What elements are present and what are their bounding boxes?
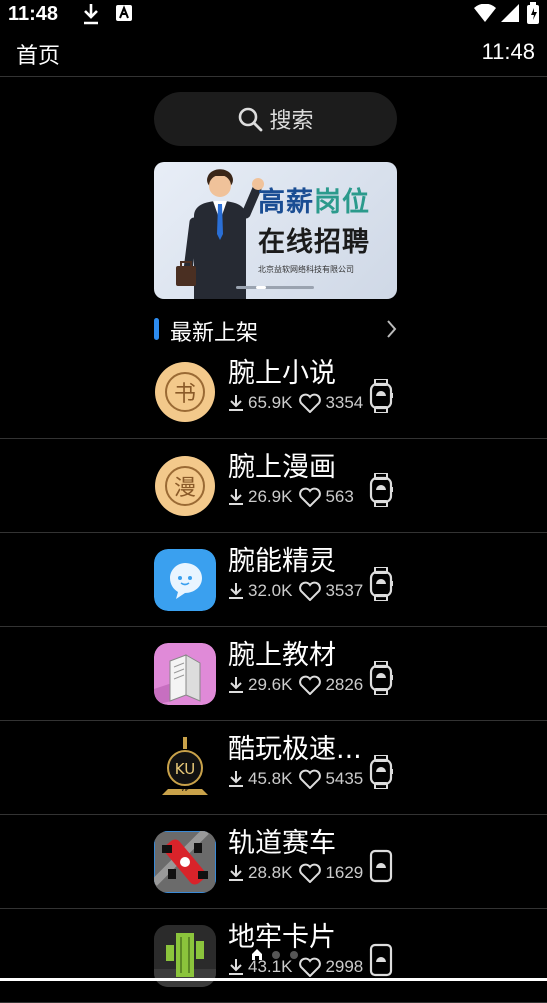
download-count: 29.6K <box>248 675 293 694</box>
app-stats: 32.0K 3537 <box>228 581 363 601</box>
book-coin-icon: 书 <box>154 361 216 423</box>
like-count: 3354 <box>325 393 364 412</box>
app-list-item[interactable]: KU VIP 酷玩极速... 45.8K 5435 <box>0 721 547 815</box>
download-icon <box>229 677 243 693</box>
watch-install-icon[interactable] <box>369 379 395 413</box>
download-icon <box>229 959 243 975</box>
section-accent-bar <box>154 318 159 340</box>
banner-headline: 高薪岗位 <box>258 187 370 218</box>
app-name: 腕上漫画 <box>228 452 336 483</box>
like-count: 2826 <box>325 675 364 694</box>
app-name: 酷玩极速... <box>228 734 362 765</box>
watch-install-icon[interactable] <box>369 661 395 695</box>
app-name: 轨道赛车 <box>228 828 336 859</box>
download-count: 26.9K <box>248 487 293 506</box>
app-list-item[interactable]: 腕能精灵 32.0K 3537 <box>0 533 547 627</box>
wifi-icon <box>474 4 496 22</box>
page-indicator <box>252 949 298 960</box>
page-title: 首页 <box>16 44 61 69</box>
heart-icon <box>299 769 322 789</box>
app-list-item[interactable]: 轨道赛车 28.8K 1629 <box>0 815 547 909</box>
race-car-icon <box>154 831 216 893</box>
status-time: 11:48 <box>8 3 59 25</box>
watch-install-icon[interactable] <box>369 943 395 977</box>
app-stats: 45.8K 5435 <box>228 769 363 789</box>
businessman-illustration <box>176 169 264 299</box>
search-label: 搜索 <box>269 109 314 134</box>
ghost-chat-icon <box>154 549 216 611</box>
manga-coin-icon: 漫 <box>154 455 216 517</box>
banner-subheadline: 在线招聘 <box>258 227 370 258</box>
download-icon <box>229 395 243 411</box>
section-header-latest[interactable]: 最新上架 <box>154 314 397 346</box>
svg-text:书: 书 <box>174 382 196 407</box>
status-bar: 11:48 <box>0 0 547 30</box>
like-count: 3537 <box>325 581 364 600</box>
heart-icon <box>299 863 322 883</box>
header-clock: 11:48 <box>481 39 535 64</box>
download-icon <box>229 865 243 881</box>
home-dot-icon <box>252 949 262 960</box>
watch-install-icon[interactable] <box>369 567 395 601</box>
battery-icon <box>527 2 539 24</box>
app-list-item[interactable]: 书 腕上小说 65.9K 3354 <box>0 345 547 439</box>
search-button[interactable]: 搜索 <box>154 92 397 146</box>
app-name: 腕能精灵 <box>228 546 336 577</box>
app-stats: 26.9K 563 <box>228 487 354 507</box>
download-count: 28.8K <box>248 863 293 882</box>
chevron-right-icon[interactable] <box>385 319 397 339</box>
download-count: 32.0K <box>248 581 293 600</box>
signal-icon <box>501 4 519 22</box>
app-notification-icon <box>116 5 132 21</box>
promo-banner[interactable]: 高薪岗位 在线招聘 北京益软网络科技有限公司 <box>154 162 397 299</box>
watch-install-icon[interactable] <box>369 755 395 789</box>
heart-icon <box>299 393 322 413</box>
app-stats: 29.6K 2826 <box>228 675 363 695</box>
app-stats: 28.8K 1629 <box>228 863 363 883</box>
app-list-item[interactable]: 漫 腕上漫画 26.9K 563 <box>0 439 547 533</box>
app-stats: 65.9K 3354 <box>228 393 363 413</box>
open-book-icon <box>154 643 216 705</box>
banner-page-indicator <box>236 286 314 289</box>
download-count: 65.9K <box>248 393 293 412</box>
heart-icon <box>299 487 322 507</box>
app-name: 腕上教材 <box>228 640 336 671</box>
like-count: 1629 <box>325 863 364 882</box>
section-title: 最新上架 <box>170 321 259 346</box>
like-count: 563 <box>325 487 354 506</box>
download-icon <box>229 771 243 787</box>
banner-company: 北京益软网络科技有限公司 <box>258 265 354 274</box>
watch-install-icon[interactable] <box>369 849 395 883</box>
app-list-item[interactable]: 腕上教材 29.6K 2826 <box>0 627 547 721</box>
ku-vip-icon: KU VIP <box>154 737 216 799</box>
app-name: 腕上小说 <box>228 358 336 389</box>
heart-icon <box>299 581 322 601</box>
search-icon <box>239 107 263 132</box>
download-count: 45.8K <box>248 769 293 788</box>
download-icon <box>229 583 243 599</box>
download-icon <box>229 489 243 505</box>
svg-text:KU: KU <box>175 760 195 778</box>
svg-text:漫: 漫 <box>174 476 196 501</box>
heart-icon <box>299 675 322 695</box>
app-header: 首页 11:48 <box>0 30 547 77</box>
download-notification-icon <box>84 4 98 25</box>
svg-text:VIP: VIP <box>181 787 189 793</box>
like-count: 5435 <box>325 769 364 788</box>
watch-install-icon[interactable] <box>369 473 395 507</box>
like-count: 2998 <box>325 957 364 976</box>
